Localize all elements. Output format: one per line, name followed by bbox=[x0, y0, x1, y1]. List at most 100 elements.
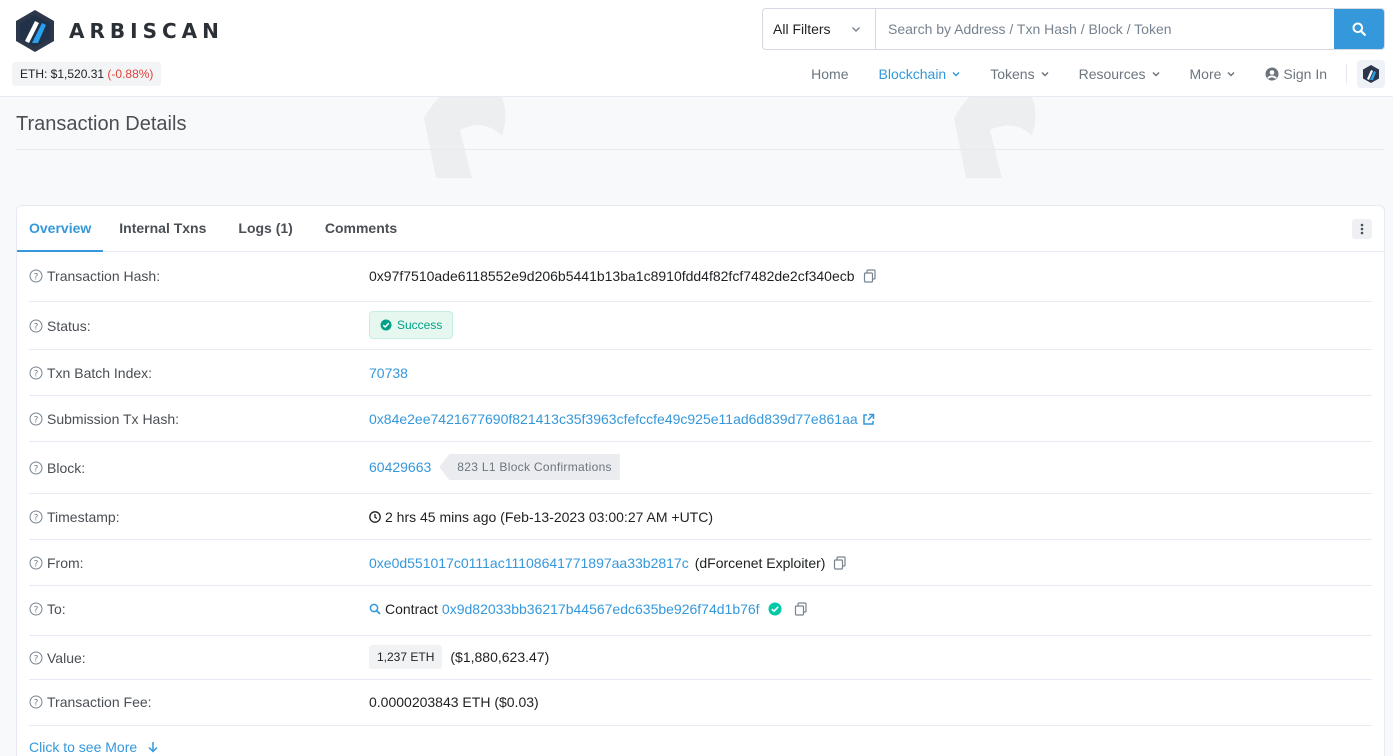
status-badge: Success bbox=[369, 311, 454, 339]
external-link-icon[interactable] bbox=[862, 413, 875, 426]
svg-text:?: ? bbox=[34, 654, 39, 664]
search-filter-select[interactable]: All Filters bbox=[763, 9, 876, 49]
chevron-down-icon bbox=[852, 27, 860, 32]
row-value-eth: ? Value: 1,237 ETH ($1,880,623.47) bbox=[29, 636, 1372, 680]
confirmations-badge: 823 L1 Block Confirmations bbox=[439, 454, 620, 480]
question-circle-icon[interactable]: ? bbox=[29, 556, 43, 570]
timestamp-value: 2 hrs 45 mins ago (Feb-13-2023 03:00:27 … bbox=[385, 509, 714, 525]
kebab-menu-icon bbox=[1360, 223, 1364, 235]
label-text: Block: bbox=[47, 460, 86, 476]
nav-sign-in[interactable]: Sign In bbox=[1250, 66, 1342, 82]
copy-icon[interactable] bbox=[863, 269, 877, 283]
search-button[interactable] bbox=[1334, 9, 1384, 49]
question-circle-icon[interactable]: ? bbox=[29, 695, 43, 709]
tab-internal-txns[interactable]: Internal Txns bbox=[103, 206, 222, 252]
see-more-link[interactable]: Click to see More bbox=[29, 739, 159, 755]
label-text: Status: bbox=[47, 318, 91, 334]
from-address-link[interactable]: 0xe0d551017c0111ac11108641771897aa33b281… bbox=[369, 555, 689, 571]
copy-icon[interactable] bbox=[794, 602, 808, 616]
brand-name: ARBISCAN bbox=[69, 19, 224, 43]
question-circle-icon[interactable]: ? bbox=[29, 412, 43, 426]
row-value: 70738 bbox=[369, 365, 408, 381]
svg-text:?: ? bbox=[34, 464, 39, 474]
row-label: ? Submission Tx Hash: bbox=[29, 411, 179, 427]
value-eth-pill: 1,237 ETH bbox=[369, 645, 443, 669]
question-circle-icon[interactable]: ? bbox=[29, 269, 43, 283]
site-logo[interactable]: ARBISCAN bbox=[15, 9, 224, 53]
chevron-down-icon bbox=[1227, 71, 1235, 77]
block-number-link[interactable]: 60429663 bbox=[369, 459, 431, 475]
nav-more[interactable]: More bbox=[1175, 66, 1251, 82]
row-transaction-fee: ? Transaction Fee: 0.0000203843 ETH ($0.… bbox=[29, 680, 1372, 726]
see-more-label: Click to see More bbox=[29, 739, 138, 755]
page-title: Transaction Details bbox=[16, 113, 187, 135]
row-to: ? To: Contract 0x9d82033bb36217b44567edc… bbox=[29, 586, 1372, 636]
arbitrum-icon bbox=[1363, 65, 1379, 83]
check-circle-icon bbox=[380, 319, 392, 331]
tab-overview[interactable]: Overview bbox=[17, 206, 104, 252]
question-circle-icon[interactable]: ? bbox=[29, 461, 43, 475]
more-options-button[interactable] bbox=[1352, 219, 1372, 239]
row-label: ? Block: bbox=[29, 460, 85, 476]
copy-icon[interactable] bbox=[833, 556, 847, 570]
eth-price-value: ETH: $1,520.31 bbox=[20, 67, 105, 81]
nav-tokens[interactable]: Tokens bbox=[975, 66, 1063, 82]
label-text: From: bbox=[47, 555, 84, 571]
svg-text:?: ? bbox=[34, 559, 39, 569]
nav-resources-label: Resources bbox=[1078, 66, 1146, 82]
nav-blockchain[interactable]: Blockchain bbox=[864, 66, 976, 82]
row-label: ? To: bbox=[29, 601, 66, 617]
svg-text:?: ? bbox=[34, 272, 39, 282]
svg-text:?: ? bbox=[34, 605, 39, 615]
tab-comments[interactable]: Comments bbox=[309, 206, 413, 252]
label-text: Value: bbox=[47, 650, 86, 666]
verified-check-icon bbox=[768, 602, 782, 616]
question-circle-icon[interactable]: ? bbox=[29, 319, 43, 333]
row-label: ? Value: bbox=[29, 650, 86, 666]
label-text: Txn Batch Index: bbox=[47, 365, 153, 381]
svg-text:?: ? bbox=[34, 415, 39, 425]
question-circle-icon[interactable]: ? bbox=[29, 366, 43, 380]
row-label: ? Transaction Fee: bbox=[29, 694, 152, 710]
row-value: 2 hrs 45 mins ago (Feb-13-2023 03:00:27 … bbox=[369, 509, 713, 525]
row-timestamp: ? Timestamp: 2 hrs 45 mins ago (Feb-13-2… bbox=[29, 494, 1372, 540]
label-text: Transaction Fee: bbox=[47, 694, 152, 710]
title-divider bbox=[16, 149, 1385, 150]
row-value: 0x84e2ee7421677690f821413c35f3963cfefccf… bbox=[369, 411, 875, 427]
chevron-down-icon bbox=[1151, 71, 1160, 77]
row-batch-index: ? Txn Batch Index: 70738 bbox=[29, 350, 1372, 396]
clock-icon bbox=[369, 511, 381, 523]
row-label: ? Status: bbox=[29, 318, 91, 334]
row-label: ? From: bbox=[29, 555, 84, 571]
nav-home[interactable]: Home bbox=[796, 66, 863, 82]
network-switch-button[interactable] bbox=[1357, 60, 1385, 88]
from-name-tag: (dForcenet Exploiter) bbox=[694, 555, 826, 571]
submission-hash-link[interactable]: 0x84e2ee7421677690f821413c35f3963cfefccf… bbox=[369, 411, 858, 427]
row-value: Success bbox=[369, 311, 454, 339]
nav-sign-in-label: Sign In bbox=[1283, 66, 1327, 82]
nav-resources[interactable]: Resources bbox=[1064, 66, 1175, 82]
to-address-link[interactable]: 0x9d82033bb36217b44567edc635be926f74d1b7… bbox=[442, 601, 760, 617]
batch-index-link[interactable]: 70738 bbox=[369, 365, 408, 381]
svg-text:?: ? bbox=[34, 369, 39, 379]
nav-more-label: More bbox=[1189, 66, 1222, 82]
chevron-down-icon bbox=[952, 71, 960, 77]
question-circle-icon[interactable]: ? bbox=[29, 602, 43, 616]
row-value: 1,237 ETH ($1,880,623.47) bbox=[369, 645, 549, 669]
label-text: Transaction Hash: bbox=[47, 268, 161, 284]
question-circle-icon[interactable]: ? bbox=[29, 510, 43, 524]
row-value: 0.0000203843 ETH ($0.03) bbox=[369, 694, 539, 710]
contract-search-icon bbox=[369, 603, 381, 615]
search-input[interactable] bbox=[876, 9, 1334, 49]
row-block: ? Block: 60429663 823 L1 Block Confirmat… bbox=[29, 442, 1372, 494]
row-status: ? Status: Success bbox=[29, 302, 1372, 350]
nav-blockchain-label: Blockchain bbox=[878, 66, 947, 82]
chevron-down-icon bbox=[1041, 71, 1049, 77]
svg-text:?: ? bbox=[34, 698, 39, 708]
svg-text:?: ? bbox=[34, 322, 39, 332]
nav-home-label: Home bbox=[811, 66, 849, 82]
transaction-fee-value: 0.0000203843 ETH ($0.03) bbox=[369, 694, 539, 710]
question-circle-icon[interactable]: ? bbox=[29, 651, 43, 665]
tab-logs[interactable]: Logs (1) bbox=[222, 206, 308, 252]
main-nav: Home Blockchain Tokens Resources More Si… bbox=[796, 60, 1385, 88]
